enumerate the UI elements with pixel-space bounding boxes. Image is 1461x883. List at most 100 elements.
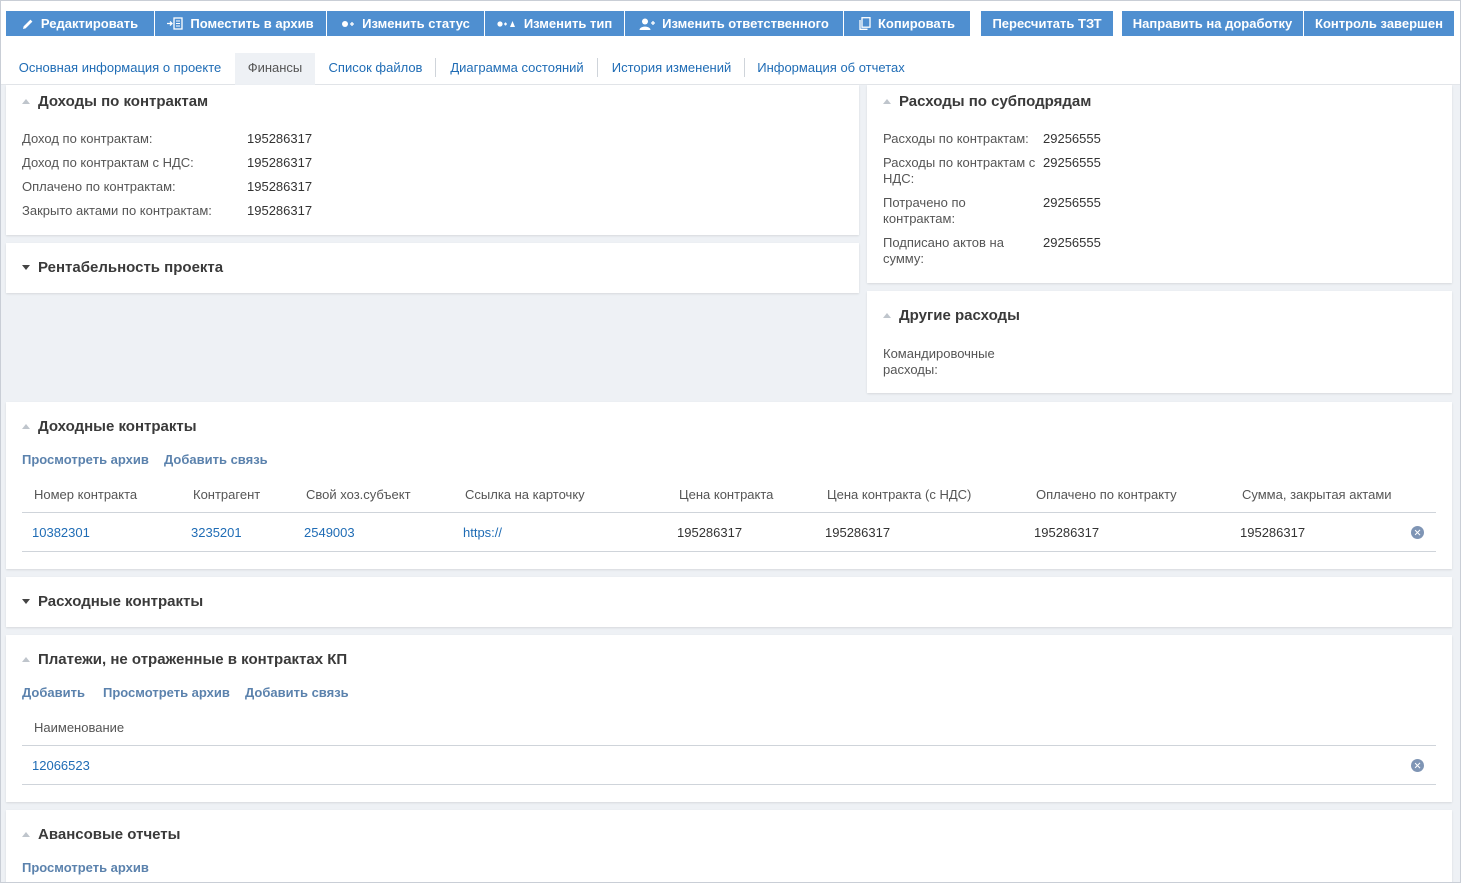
recalc-button[interactable]: Пересчитать ТЗТ <box>981 11 1113 36</box>
toolbar-group-main: Редактировать Поместить в архив Изменить… <box>6 11 970 36</box>
tab-main-info[interactable]: Основная информация о проекте <box>6 53 234 85</box>
payments-panel-title: Платежи, не отраженные в контрактах КП <box>38 651 348 668</box>
control-done-button-label: Контроль завершен <box>1315 16 1443 31</box>
view-archive-link[interactable]: Просмотреть архив <box>22 860 149 875</box>
expenses-label: Расходы по контрактам: <box>883 131 1029 146</box>
tab-state-diagram[interactable]: Диаграмма состояний <box>437 53 597 85</box>
remove-icon[interactable] <box>1411 759 1424 772</box>
profitability-panel-title: Рентабельность проекта <box>38 259 224 276</box>
column-header[interactable]: Номер контракта <box>34 487 137 502</box>
payments-panel: Платежи, не отраженные в контрактах КП Д… <box>6 635 1452 802</box>
copy-icon <box>859 17 871 30</box>
remove-icon[interactable] <box>1411 526 1424 539</box>
tab-files[interactable]: Список файлов <box>317 53 434 85</box>
paid-label: Оплачено по контрактам: <box>22 179 176 194</box>
archive-icon <box>167 17 184 30</box>
collapse-icon <box>883 99 891 104</box>
change-status-button-label: Изменить статус <box>362 16 470 31</box>
tab-divider <box>597 58 598 77</box>
expense-contracts-panel-header[interactable]: Расходные контракты <box>22 593 203 610</box>
column-header[interactable]: Наименование <box>34 720 124 735</box>
table-divider <box>22 745 1436 746</box>
subcontract-panel-header[interactable]: Расходы по субподрядам <box>883 93 1091 110</box>
counterparty-link[interactable]: 3235201 <box>191 525 242 540</box>
send-rework-button[interactable]: Направить на доработку <box>1122 11 1304 36</box>
tab-history[interactable]: История изменений <box>599 53 744 85</box>
change-type-button-label: Изменить тип <box>523 16 613 31</box>
advance-reports-panel: Авансовые отчеты Просмотреть архив <box>6 810 1452 882</box>
income-panel-title: Доходы по контрактам <box>38 93 209 110</box>
closed-acts-value: 195286317 <box>247 203 313 218</box>
tab-finance[interactable]: Финансы <box>235 53 315 85</box>
closed-acts-cell: 195286317 <box>1240 525 1306 540</box>
income-panel: Доходы по контрактам Доход по контрактам… <box>6 85 859 235</box>
edit-button[interactable]: Редактировать <box>6 11 155 36</box>
column-header[interactable]: Ссылка на карточку <box>465 487 585 502</box>
page-frame: Редактировать Поместить в архив Изменить… <box>0 0 1461 883</box>
edit-button-label: Редактировать <box>40 16 139 31</box>
view-archive-link[interactable]: Просмотреть архив <box>103 685 230 700</box>
spent-value: 29256555 <box>1043 195 1101 210</box>
contract-price-cell: 195286317 <box>677 525 743 540</box>
expense-contracts-panel: Расходные контракты <box>6 577 1452 627</box>
subcontract-panel-title: Расходы по субподрядам <box>899 93 1092 110</box>
income-value: 195286317 <box>247 131 313 146</box>
expand-icon <box>22 599 30 604</box>
expense-contracts-panel-title: Расходные контракты <box>38 593 204 610</box>
contract-number-link[interactable]: 10382301 <box>32 525 90 540</box>
column-header[interactable]: Оплачено по контракту <box>1036 487 1177 502</box>
pencil-icon <box>22 18 34 30</box>
tab-bar: Основная информация о проекте Финансы Сп… <box>1 47 1460 85</box>
income-contracts-panel-header[interactable]: Доходные контракты <box>22 418 197 435</box>
archive-button-label: Поместить в архив <box>190 16 314 31</box>
other-expenses-panel-header[interactable]: Другие расходы <box>883 307 1020 324</box>
own-entity-link[interactable]: 2549003 <box>304 525 355 540</box>
tab-reports-info[interactable]: Информация об отчетах <box>746 53 916 85</box>
closed-acts-label: Закрыто актами по контрактам: <box>22 203 212 218</box>
card-url-link[interactable]: https:// <box>463 525 502 540</box>
tab-divider <box>435 58 436 77</box>
income-contracts-panel: Доходные контракты Просмотреть архив Доб… <box>6 402 1452 569</box>
profitability-panel-header[interactable]: Рентабельность проекта <box>22 259 223 276</box>
archive-button[interactable]: Поместить в архив <box>155 11 327 36</box>
user-add-icon <box>639 18 656 30</box>
other-expenses-panel-title: Другие расходы <box>899 307 1020 324</box>
change-responsible-button[interactable]: Изменить ответственного <box>625 11 844 36</box>
change-type-button[interactable]: Изменить тип <box>485 11 625 36</box>
view-archive-link[interactable]: Просмотреть архив <box>22 452 149 467</box>
expenses-value: 29256555 <box>1043 131 1101 146</box>
profitability-panel: Рентабельность проекта <box>6 243 859 293</box>
travel-expenses-label: Командировочные расходы: <box>883 346 995 377</box>
column-header[interactable]: Сумма, закрытая актами <box>1242 487 1392 502</box>
add-link-link[interactable]: Добавить связь <box>164 452 268 467</box>
payment-name-link[interactable]: 12066523 <box>32 758 90 773</box>
subcontract-panel: Расходы по субподрядам Расходы по контра… <box>867 85 1452 283</box>
column-header[interactable]: Контрагент <box>193 487 260 502</box>
send-rework-button-label: Направить на доработку <box>1132 16 1293 31</box>
column-header[interactable]: Цена контракта <box>679 487 773 502</box>
income-vat-label: Доход по контрактам с НДС: <box>22 155 194 170</box>
collapse-icon <box>883 313 891 318</box>
payments-panel-header[interactable]: Платежи, не отраженные в контрактах КП <box>22 651 347 668</box>
type-icon <box>497 19 517 29</box>
paid-cell: 195286317 <box>1034 525 1100 540</box>
add-relation-link[interactable]: Добавить связь <box>245 685 349 700</box>
contract-price-vat-cell: 195286317 <box>825 525 891 540</box>
income-panel-header[interactable]: Доходы по контрактам <box>22 93 208 110</box>
collapse-icon <box>22 99 30 104</box>
income-vat-value: 195286317 <box>247 155 313 170</box>
advance-reports-panel-header[interactable]: Авансовые отчеты <box>22 826 180 843</box>
column-header[interactable]: Цена контракта (с НДС) <box>827 487 971 502</box>
add-link[interactable]: Добавить <box>22 685 85 700</box>
toolbar-group-control: Направить на доработку Контроль завершен <box>1122 11 1454 36</box>
signed-acts-label: Подписано актов на сумму: <box>883 235 1004 266</box>
column-header[interactable]: Свой хоз.субъект <box>306 487 411 502</box>
expenses-vat-label: Расходы по контрактам с НДС: <box>883 155 1036 186</box>
expenses-vat-value: 29256555 <box>1043 155 1101 170</box>
copy-button-label: Копировать <box>877 16 955 31</box>
change-status-button[interactable]: Изменить статус <box>327 11 485 36</box>
income-contracts-panel-title: Доходные контракты <box>38 418 197 435</box>
other-expenses-panel: Другие расходы Командировочные расходы: <box>867 291 1452 393</box>
copy-button[interactable]: Копировать <box>844 11 970 36</box>
control-done-button[interactable]: Контроль завершен <box>1304 11 1454 36</box>
